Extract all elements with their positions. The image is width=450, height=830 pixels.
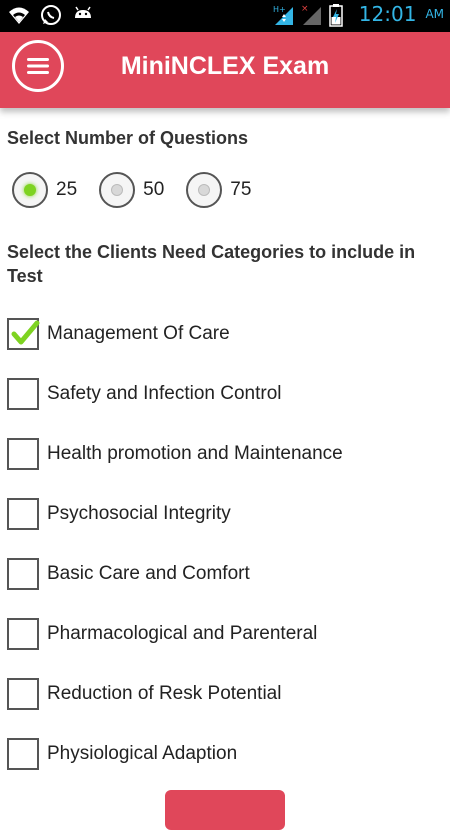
radio-unselected-dot: [111, 184, 124, 196]
category-item-management-of-care[interactable]: Management Of Care: [7, 304, 343, 364]
checkbox[interactable]: [7, 618, 39, 650]
radio-button[interactable]: [186, 172, 223, 208]
status-bar-right: H+ × 12:01 AM: [273, 2, 444, 27]
categories-title-line2: Test: [7, 266, 43, 286]
question-count-radio-group: 25 50 75: [12, 172, 251, 208]
checkbox-label: Health promotion and Maintenance: [47, 443, 343, 464]
category-item-health-promotion[interactable]: Health promotion and Maintenance: [7, 424, 343, 484]
data-signal-icon: H+: [273, 3, 295, 25]
category-item-basic-care[interactable]: Basic Care and Comfort: [7, 544, 343, 604]
radio-unselected-dot: [198, 184, 211, 196]
categories-section-title: Select the Clients Need Categories to in…: [7, 240, 447, 288]
start-test-button[interactable]: [165, 790, 285, 830]
categories-title-line1: Select the Clients Need Categories to in…: [7, 242, 416, 262]
svg-text:H+: H+: [273, 5, 286, 14]
category-checkbox-list: Management Of Care Safety and Infection …: [7, 304, 343, 784]
android-icon: [72, 4, 94, 26]
radio-selected-dot: [24, 184, 36, 196]
checkbox[interactable]: [7, 678, 39, 710]
status-bar-left: [8, 4, 94, 26]
checkbox[interactable]: [7, 738, 39, 770]
battery-charging-icon: [329, 3, 351, 27]
checkbox-label: Physiological Adaption: [47, 743, 238, 764]
radio-button[interactable]: [12, 172, 48, 208]
radio-option-50[interactable]: 50: [99, 172, 164, 208]
category-item-psychosocial[interactable]: Psychosocial Integrity: [7, 484, 343, 544]
category-item-pharmacological[interactable]: Pharmacological and Parenteral: [7, 604, 343, 664]
checkbox[interactable]: [7, 378, 39, 410]
checkbox[interactable]: [7, 558, 39, 590]
checkbox[interactable]: [7, 438, 39, 470]
checkmark-icon: [11, 320, 40, 345]
checkbox-label: Reduction of Resk Potential: [47, 683, 282, 704]
radio-option-75[interactable]: 75: [186, 172, 251, 208]
category-item-risk-reduction[interactable]: Reduction of Resk Potential: [7, 664, 343, 724]
category-item-safety[interactable]: Safety and Infection Control: [7, 364, 343, 424]
checkbox-label: Safety and Infection Control: [47, 383, 282, 404]
checkbox-label: Management Of Care: [47, 323, 230, 344]
svg-text:×: ×: [301, 4, 309, 14]
radio-label: 25: [56, 179, 78, 200]
checkbox[interactable]: [7, 498, 39, 530]
wifi-icon: [8, 4, 30, 26]
checkbox-label: Basic Care and Comfort: [47, 563, 250, 584]
radio-label: 75: [230, 179, 252, 200]
checkbox[interactable]: [7, 318, 40, 350]
app-header: MiniNCLEX Exam: [0, 32, 450, 108]
radio-option-25[interactable]: 25: [12, 172, 77, 208]
whatsapp-icon: [40, 4, 62, 26]
radio-button[interactable]: [99, 172, 136, 208]
clock-time: 12:01: [358, 2, 417, 26]
status-bar: H+ × 12:01 AM: [0, 0, 450, 32]
clock-ampm: AM: [425, 7, 444, 21]
radio-label: 50: [143, 179, 165, 200]
checkbox-label: Pharmacological and Parenteral: [47, 623, 318, 644]
checkbox-label: Psychosocial Integrity: [47, 503, 231, 524]
category-item-physiological[interactable]: Physiological Adaption: [7, 724, 343, 784]
questions-section-title: Select Number of Questions: [7, 128, 249, 148]
page-title: MiniNCLEX Exam: [120, 52, 330, 80]
signal-icon: ×: [301, 3, 323, 25]
